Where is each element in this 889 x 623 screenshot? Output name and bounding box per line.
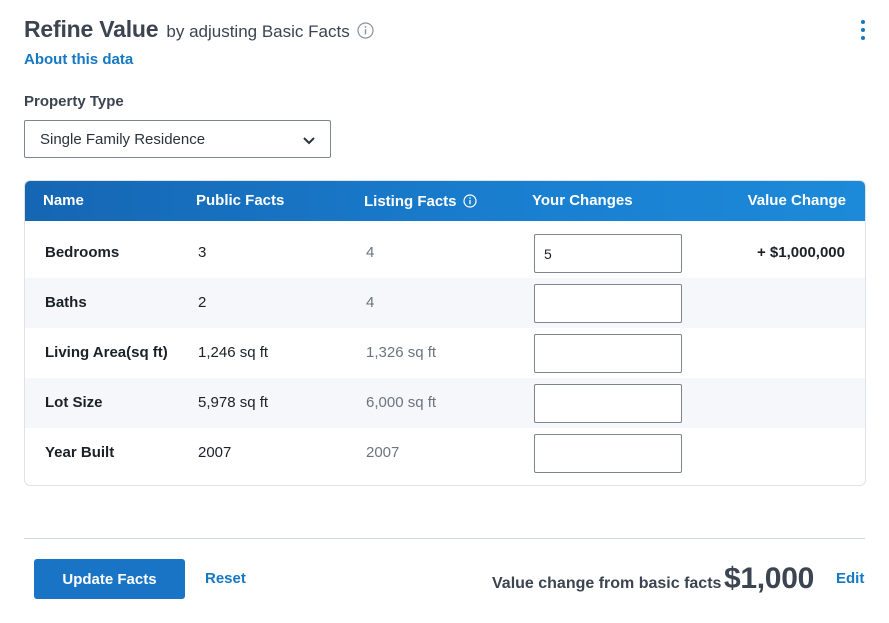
value-change-summary-amount: $1,000 <box>724 562 814 595</box>
chevron-down-icon <box>302 133 316 145</box>
property-type-select[interactable]: Single Family Residence <box>24 120 331 158</box>
row-name: Year Built <box>45 444 115 461</box>
table-row: Year Built 2007 2007 <box>25 428 865 478</box>
value-change-summary-label: Value change from basic facts <box>492 575 722 592</box>
baths-change-input[interactable] <box>534 284 682 323</box>
column-header-value-change: Value Change <box>747 192 846 209</box>
panel-subtitle: by adjusting Basic Facts <box>166 22 350 41</box>
column-header-listing-facts: Listing Facts <box>364 192 477 210</box>
column-header-listing-facts-label: Listing Facts <box>364 193 457 210</box>
table-row: Baths 2 4 <box>25 278 865 328</box>
row-listing-fact: 4 <box>366 244 375 261</box>
bedrooms-change-input[interactable] <box>534 234 682 273</box>
column-header-public-facts: Public Facts <box>196 192 285 209</box>
year-built-change-input[interactable] <box>534 434 682 473</box>
row-name: Baths <box>45 294 87 311</box>
table-row: Lot Size 5,978 sq ft 6,000 sq ft <box>25 378 865 428</box>
row-public-fact: 1,246 sq ft <box>198 344 269 361</box>
column-header-name: Name <box>43 192 84 209</box>
panel-header: Refine Value by adjusting Basic Facts <box>24 16 374 43</box>
info-icon[interactable] <box>462 194 477 208</box>
property-type-value: Single Family Residence <box>40 130 206 148</box>
row-name: Lot Size <box>45 394 103 411</box>
row-listing-fact: 6,000 sq ft <box>366 394 437 411</box>
footer-divider <box>24 538 865 539</box>
row-value-change: + $1,000,000 <box>756 244 845 261</box>
lot-size-change-input[interactable] <box>534 384 682 423</box>
table-row: Bedrooms 3 4 + $1,000,000 <box>25 228 865 278</box>
living-area-change-input[interactable] <box>534 334 682 373</box>
panel-title: Refine Value <box>24 16 159 42</box>
row-name: Living Area(sq ft) <box>45 344 168 361</box>
update-facts-button[interactable]: Update Facts <box>34 559 185 599</box>
row-listing-fact: 2007 <box>366 444 400 461</box>
property-type-label: Property Type <box>24 93 124 110</box>
row-listing-fact: 1,326 sq ft <box>366 344 437 361</box>
table-header: Name Public Facts Listing Facts Your Cha… <box>25 181 865 221</box>
row-public-fact: 2007 <box>198 444 232 461</box>
row-public-fact: 2 <box>198 294 207 311</box>
edit-link[interactable]: Edit <box>836 570 864 587</box>
info-icon[interactable] <box>357 22 374 39</box>
row-name: Bedrooms <box>45 244 120 261</box>
reset-link[interactable]: Reset <box>205 570 246 587</box>
table-row: Living Area(sq ft) 1,246 sq ft 1,326 sq … <box>25 328 865 378</box>
row-public-fact: 5,978 sq ft <box>198 394 269 411</box>
row-public-fact: 3 <box>198 244 207 261</box>
facts-table: Name Public Facts Listing Facts Your Cha… <box>24 180 866 486</box>
about-data-link[interactable]: About this data <box>24 51 133 68</box>
row-listing-fact: 4 <box>366 294 375 311</box>
more-vertical-icon[interactable] <box>859 20 867 40</box>
column-header-your-changes: Your Changes <box>532 192 633 209</box>
